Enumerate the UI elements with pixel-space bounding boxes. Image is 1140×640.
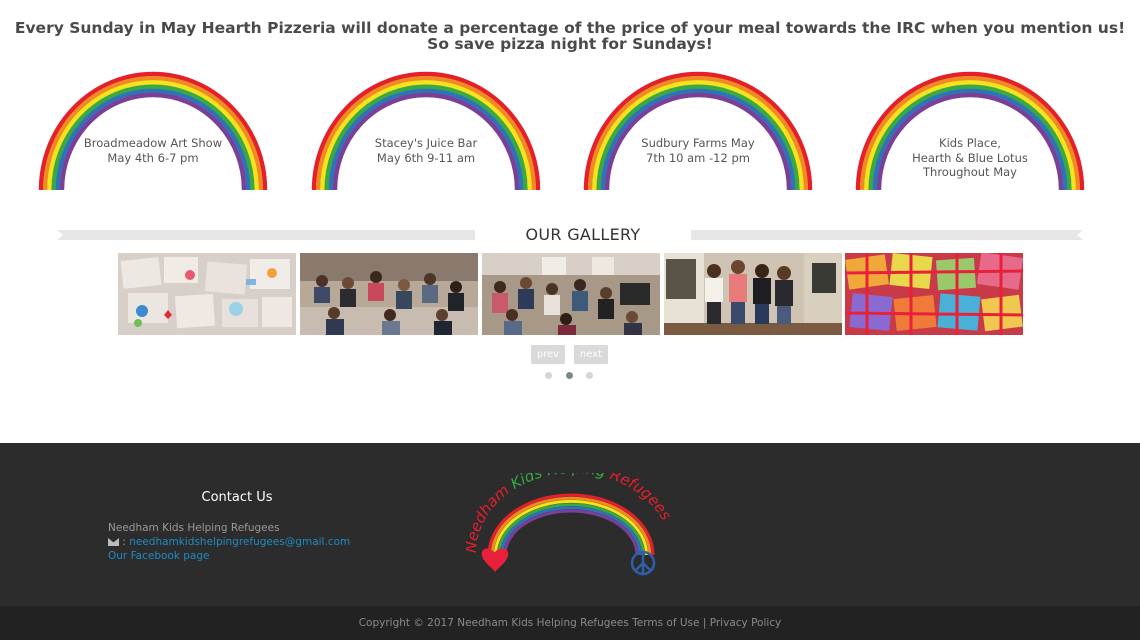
event-card: Sudbury Farms May 7th 10 am -12 pm	[583, 70, 813, 192]
copyright-text: Copyright © 2017 Needham Kids Helping Re…	[358, 617, 633, 629]
footer: Contact Us Needham Kids Helping Refugees…	[0, 443, 1140, 606]
event-title: Sudbury Farms May	[641, 136, 755, 150]
facebook-link[interactable]: Our Facebook page	[108, 549, 209, 563]
photo-art-table-image	[118, 253, 296, 335]
event-title: Stacey's Juice Bar	[374, 136, 478, 150]
rainbow-arc	[583, 71, 813, 191]
photo-gift-boxes-image	[845, 253, 1023, 335]
gallery-title-divider-left	[57, 230, 475, 240]
photo-group-living-room-image	[482, 253, 660, 335]
event-text: Stacey's Juice Bar May 6th 9-11 am	[341, 136, 511, 165]
gallery-header: OUR GALLERY	[57, 225, 1083, 244]
peace-icon	[630, 550, 656, 576]
event-detail: Hearth & Blue Lotus	[912, 150, 1028, 165]
announcement-line-1: Every Sunday in May Hearth Pizzeria will…	[14, 19, 1126, 37]
events-row: Broadmeadow Art Show May 4th 6-7 pm Stac…	[0, 70, 1140, 195]
org-name: Needham Kids Helping Refugees	[108, 522, 280, 534]
event-card: Broadmeadow Art Show May 4th 6-7 pm	[38, 70, 268, 192]
gallery-title-divider-right	[691, 230, 1083, 240]
photo-group-floor-image	[300, 253, 478, 335]
event-text: Sudbury Farms May 7th 10 am -12 pm	[613, 136, 783, 165]
terms-link[interactable]: Terms of Use	[632, 617, 699, 629]
gallery-page-dot-active[interactable]	[566, 372, 573, 379]
event-detail: 7th 10 am -12 pm	[646, 150, 750, 165]
gallery-photo-gift-boxes[interactable]	[845, 253, 1023, 335]
gallery-page-dot[interactable]	[586, 372, 593, 379]
gallery-title: OUR GALLERY	[525, 225, 641, 244]
gallery-carousel	[118, 253, 1023, 335]
contact-title: Contact Us	[201, 490, 273, 505]
rainbow-arc	[311, 71, 541, 191]
gallery-photo-art-table[interactable]	[118, 253, 296, 335]
photo-standing-group-image	[664, 253, 842, 335]
email-line: : needhamkidshelpingrefugees@gmail.com	[108, 535, 350, 549]
envelope-icon	[108, 538, 119, 546]
gallery-page-dot[interactable]	[545, 372, 552, 379]
event-text: Broadmeadow Art Show May 4th 6-7 pm	[68, 136, 238, 165]
event-detail: May 6th 9-11 am	[376, 150, 476, 165]
event-card: Kids Place, Hearth & Blue Lotus Througho…	[855, 70, 1085, 192]
rainbow-arc	[38, 71, 268, 191]
copyright-bar: Copyright © 2017 Needham Kids Helping Re…	[0, 606, 1140, 640]
event-title: Kids Place,	[939, 136, 1001, 150]
logo-rainbow-graphic: Needham Kids Helping Refugees	[462, 459, 675, 576]
gallery-prev-button[interactable]: prev	[531, 345, 565, 364]
event-text: Kids Place, Hearth & Blue Lotus Througho…	[885, 136, 1055, 180]
announcement: Every Sunday in May Hearth Pizzeria will…	[0, 20, 1140, 52]
event-title: Broadmeadow Art Show	[83, 136, 223, 150]
gallery-photo-group-floor[interactable]	[300, 253, 478, 335]
gallery-photo-standing-group[interactable]	[664, 253, 842, 335]
event-card: Stacey's Juice Bar May 6th 9-11 am	[311, 70, 541, 192]
gallery-next-button[interactable]: next	[574, 345, 608, 364]
gallery-photo-group-living-room[interactable]	[482, 253, 660, 335]
org-logo: Needham Kids Helping Refugees	[462, 459, 676, 578]
email-link[interactable]: needhamkidshelpingrefugees@gmail.com	[129, 536, 350, 548]
event-detail-extra: Throughout May	[923, 165, 1017, 179]
announcement-line-2: So save pizza night for Sundays!	[427, 35, 713, 53]
privacy-link[interactable]: Privacy Policy	[710, 617, 782, 629]
email-separator: :	[119, 536, 130, 548]
event-detail: May 4th 6-7 pm	[107, 150, 199, 165]
copyright-separator: |	[699, 617, 710, 629]
